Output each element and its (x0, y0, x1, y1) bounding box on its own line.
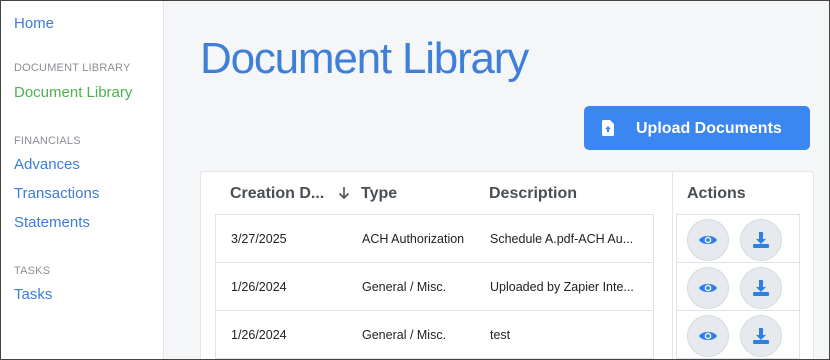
upload-documents-button[interactable]: Upload Documents (584, 106, 810, 150)
page-title: Document Library (200, 34, 529, 83)
download-icon (753, 232, 769, 248)
eye-icon (699, 331, 717, 341)
sidebar-item-tasks[interactable]: Tasks (14, 286, 52, 303)
view-button[interactable] (687, 219, 729, 261)
column-header-creation-date[interactable]: Creation D... (230, 185, 324, 203)
sidebar-item-statements[interactable]: Statements (14, 214, 90, 231)
sidebar-section-document-library: DOCUMENT LIBRARY (14, 62, 131, 74)
download-button[interactable] (740, 315, 782, 357)
download-button[interactable] (740, 267, 782, 309)
cell-description: test (490, 328, 511, 342)
column-header-type[interactable]: Type (361, 185, 397, 203)
eye-icon (699, 283, 717, 293)
sidebar-item-document-library[interactable]: Document Library (14, 84, 132, 101)
download-icon (753, 328, 769, 344)
sidebar-item-home[interactable]: Home (14, 15, 54, 32)
cell-type: General / Misc. (362, 328, 447, 342)
cell-creation-date: 1/26/2024 (231, 280, 287, 294)
arrow-down-icon[interactable] (338, 186, 350, 200)
cell-type: ACH Authorization (362, 232, 465, 246)
upload-documents-label: Upload Documents (636, 120, 782, 137)
main-content: Document Library Upload Documents Creati… (164, 1, 829, 359)
sidebar: Home DOCUMENT LIBRARY Document Library F… (1, 1, 164, 359)
cell-description: Schedule A.pdf-ACH Au... (490, 232, 634, 246)
file-upload-icon (602, 120, 614, 136)
download-icon (753, 280, 769, 296)
cell-creation-date: 1/26/2024 (231, 328, 287, 342)
table-row[interactable]: 1/26/2024 General / Misc. test (215, 310, 654, 359)
eye-icon (699, 235, 717, 245)
column-divider (672, 172, 673, 359)
view-button[interactable] (687, 267, 729, 309)
cell-creation-date: 3/27/2025 (231, 232, 287, 246)
row-actions (676, 310, 800, 359)
sidebar-section-tasks: TASKS (14, 265, 51, 277)
documents-table: Creation D... Type Description Actions 3… (200, 171, 814, 359)
row-actions (676, 262, 800, 311)
app-window: Home DOCUMENT LIBRARY Document Library F… (0, 0, 830, 360)
sidebar-section-financials: FINANCIALS (14, 135, 81, 147)
cell-description: Uploaded by Zapier Inte... (490, 280, 634, 294)
view-button[interactable] (687, 315, 729, 357)
row-actions (676, 214, 800, 263)
sidebar-item-transactions[interactable]: Transactions (14, 185, 99, 202)
column-header-description[interactable]: Description (489, 185, 577, 203)
table-row[interactable]: 3/27/2025 ACH Authorization Schedule A.p… (215, 214, 654, 263)
sidebar-item-advances[interactable]: Advances (14, 156, 80, 173)
download-button[interactable] (740, 219, 782, 261)
table-row[interactable]: 1/26/2024 General / Misc. Uploaded by Za… (215, 262, 654, 311)
cell-type: General / Misc. (362, 280, 447, 294)
column-header-actions: Actions (687, 185, 746, 202)
